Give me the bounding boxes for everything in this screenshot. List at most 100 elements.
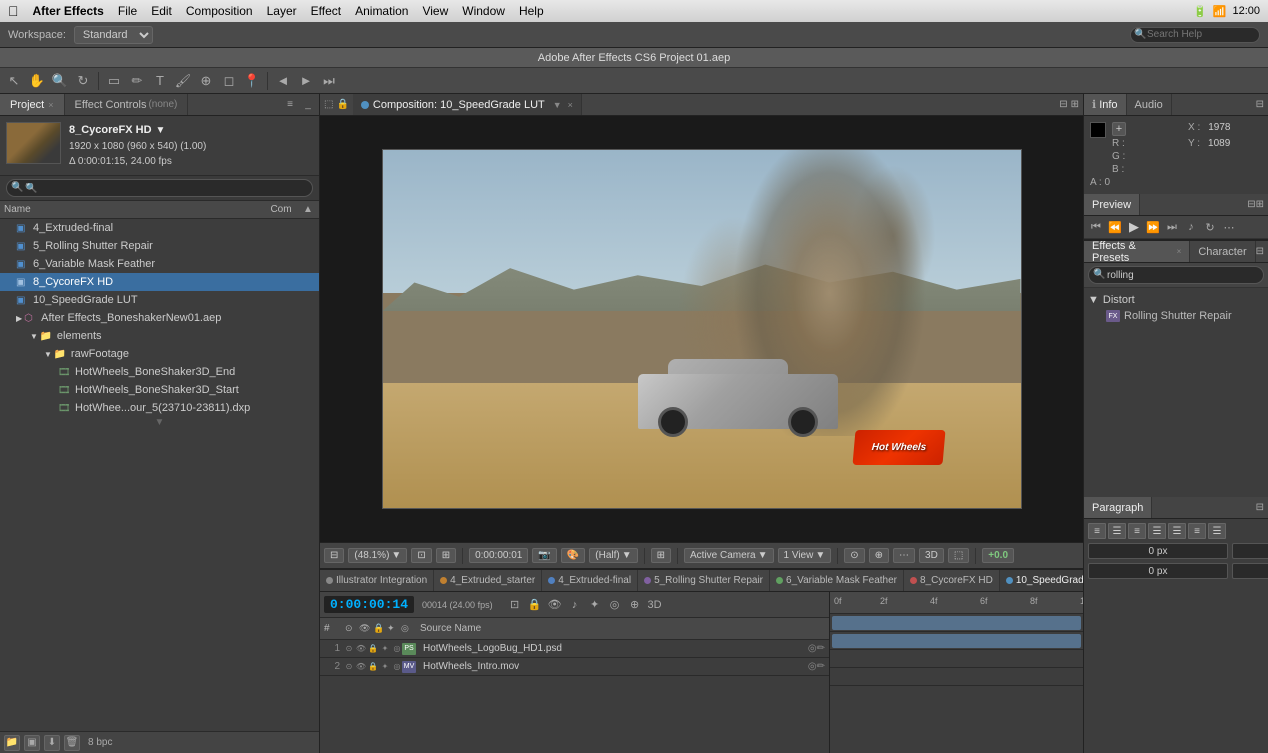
tl-eye-btn[interactable]: 👁 xyxy=(547,597,563,613)
new-comp-btn[interactable]: ▣ xyxy=(24,735,40,751)
tab-project-close[interactable]: × xyxy=(48,100,53,110)
fx-rolling-shutter-item[interactable]: FX Rolling Shutter Repair xyxy=(1088,308,1264,324)
menu-view[interactable]: View xyxy=(422,4,448,18)
fx-distort-header[interactable]: ▼ Distort xyxy=(1088,292,1264,308)
new-folder-btn[interactable]: 📁 xyxy=(4,735,20,751)
justify-force-btn[interactable]: ☰ xyxy=(1208,523,1226,539)
layer-lock-icon[interactable]: 🔒 xyxy=(368,662,378,672)
tab-paragraph[interactable]: Paragraph xyxy=(1084,497,1152,518)
puppet-tool[interactable]: 📍 xyxy=(242,71,262,91)
viewer-3d-btn[interactable]: 3D xyxy=(919,548,944,563)
menu-layer[interactable]: Layer xyxy=(267,4,297,18)
prev-options[interactable]: ⋯ xyxy=(1221,219,1237,235)
tab-character[interactable]: Character xyxy=(1190,241,1255,262)
viewer-quality[interactable]: (Half) ▼ xyxy=(589,548,637,563)
clone-tool[interactable]: ⊕ xyxy=(196,71,216,91)
viewer-camera[interactable]: Active Camera ▼ xyxy=(684,548,773,563)
layer-motion-icon[interactable]: ◎ xyxy=(392,662,402,672)
justify-all-btn[interactable]: ☰ xyxy=(1168,523,1186,539)
tl-solo-btn[interactable]: ⊡ xyxy=(507,597,523,613)
tab-comp-speedgrade[interactable]: Composition: 10_SpeedGrade LUT ▼ × xyxy=(353,94,582,115)
viewer-offset[interactable]: +0.0 xyxy=(982,548,1014,563)
list-item[interactable]: ▣ 5_Rolling Shutter Repair xyxy=(0,237,319,255)
tl-tab-illustrator[interactable]: Illustrator Integration xyxy=(320,570,434,591)
project-search-input[interactable] xyxy=(6,179,313,197)
list-item[interactable]: ▣ 4_Extruded-final xyxy=(0,219,319,237)
layer-row[interactable]: 1 ⊙ 👁 🔒 ✦ ◎ PS HotWheels_LogoBug_HD1.psd… xyxy=(320,640,829,658)
prev-loop[interactable]: ↻ xyxy=(1202,219,1218,235)
tab-effect-controls[interactable]: Effect Controls (none) xyxy=(65,94,189,115)
list-item-selected[interactable]: ▣ 8_CycoreFX HD xyxy=(0,273,319,291)
viewer-views[interactable]: 1 View ▼ xyxy=(778,548,832,563)
viewer-draft-btn[interactable]: ⬚ xyxy=(948,548,969,563)
info-minimize[interactable]: ⊟ xyxy=(1256,99,1264,110)
layer-eye-icon[interactable]: 👁 xyxy=(356,644,366,654)
effects-search-input[interactable] xyxy=(1088,266,1264,284)
viewer-time[interactable]: 0:00:00:01 xyxy=(469,548,528,563)
prev-audio[interactable]: ♪ xyxy=(1183,219,1199,235)
type-tool[interactable]: T xyxy=(150,71,170,91)
prev-play-pause[interactable]: ▶ xyxy=(1126,219,1142,235)
info-add-btn[interactable]: + xyxy=(1112,122,1126,136)
nav-end[interactable]: ⏭ xyxy=(319,71,339,91)
col-name[interactable]: Name xyxy=(4,204,261,215)
viewer-toggle-btn[interactable]: ⊕ xyxy=(869,548,889,563)
menu-file[interactable]: File xyxy=(118,4,137,18)
viewer-render-btn[interactable]: ⊙ xyxy=(844,548,864,563)
tl-audio-btn[interactable]: ♪ xyxy=(567,597,583,613)
para-left-indent[interactable] xyxy=(1088,543,1228,559)
layer-effects-icon[interactable]: ✦ xyxy=(380,644,390,654)
tl-lock-btn[interactable]: 🔒 xyxy=(527,597,543,613)
list-item[interactable]: ▣ 6_Variable Mask Feather xyxy=(0,255,319,273)
viewer-grid[interactable]: ⊞ xyxy=(651,548,671,563)
preview-minimize[interactable]: ⊟ xyxy=(1247,199,1255,210)
nav-prev[interactable]: ◄ xyxy=(273,71,293,91)
menu-aftereffects[interactable]: After Effects xyxy=(33,4,104,18)
eraser-tool[interactable]: ◻ xyxy=(219,71,239,91)
viewer-fit[interactable]: ⊡ xyxy=(411,548,431,563)
tl-tab-variable[interactable]: 6_Variable Mask Feather xyxy=(770,570,904,591)
list-item[interactable]: ▶ ⬡ After Effects_BoneshakerNew01.aep xyxy=(0,309,319,327)
pen-tool[interactable]: ✏ xyxy=(127,71,147,91)
col-expand[interactable]: ▲ xyxy=(301,203,315,217)
preview-expand[interactable]: ⊞ xyxy=(1256,199,1264,210)
viewer-btn-icons[interactable]: ⊟ xyxy=(324,548,344,563)
menu-animation[interactable]: Animation xyxy=(355,4,408,18)
menu-help[interactable]: Help xyxy=(519,4,544,18)
tl-tab-speedgrade[interactable]: 10_SpeedGrade LUT × xyxy=(1000,570,1083,591)
tl-effects-btn[interactable]: ✦ xyxy=(587,597,603,613)
panel-menu-btn[interactable]: ≡ xyxy=(283,98,297,112)
search-input[interactable] xyxy=(1130,27,1260,43)
layer-paint-icon[interactable]: ✏ xyxy=(817,643,825,654)
list-item[interactable]: 🎞 HotWheels_BoneShaker3D_End xyxy=(0,363,319,381)
tl-tab-cycoreFX[interactable]: 8_CycoreFX HD xyxy=(904,570,1000,591)
layer-motion-icon[interactable]: ◎ xyxy=(392,644,402,654)
effects-tab-close[interactable]: × xyxy=(1177,247,1182,256)
list-item[interactable]: ▼ 📁 rawFootage xyxy=(0,345,319,363)
tab-effects-presets[interactable]: Effects & Presets × xyxy=(1084,241,1190,262)
brush-tool[interactable]: 🖌 xyxy=(173,71,193,91)
layer-paint-icon2[interactable]: ✏ xyxy=(817,661,825,672)
layer-eye-icon[interactable]: 👁 xyxy=(356,662,366,672)
tab-audio[interactable]: Audio xyxy=(1127,94,1172,115)
para-space-before[interactable] xyxy=(1088,563,1228,579)
viewer-expand[interactable]: ⊞ xyxy=(436,548,456,563)
menu-edit[interactable]: Edit xyxy=(151,4,172,18)
list-item[interactable]: ▣ 10_SpeedGrade LUT xyxy=(0,291,319,309)
para-minimize[interactable]: ⊟ xyxy=(1256,502,1264,513)
effects-minimize[interactable]: ⊟ xyxy=(1256,246,1264,257)
menu-composition[interactable]: Composition xyxy=(186,4,253,18)
viewer-more-btn[interactable]: ⋯ xyxy=(893,548,915,563)
zoom-tool[interactable]: 🔍 xyxy=(50,71,70,91)
prev-to-start[interactable]: ⏮ xyxy=(1088,219,1104,235)
prev-to-end[interactable]: ⏭ xyxy=(1164,219,1180,235)
workspace-select[interactable]: Standard All Panels Animation xyxy=(74,26,153,44)
delete-btn[interactable]: 🗑 xyxy=(64,735,80,751)
tl-tab-extruded-starter[interactable]: 4_Extruded_starter xyxy=(434,570,542,591)
hand-tool[interactable]: ✋ xyxy=(27,71,47,91)
prev-prev-frame[interactable]: ⏪ xyxy=(1107,219,1123,235)
list-item[interactable]: ▼ 📁 elements xyxy=(0,327,319,345)
comp-tab-close[interactable]: × xyxy=(568,100,573,110)
select-tool[interactable]: ↖ xyxy=(4,71,24,91)
layer-row[interactable]: 2 ⊙ 👁 🔒 ✦ ◎ MV HotWheels_Intro.mov ◎ ✏ xyxy=(320,658,829,676)
